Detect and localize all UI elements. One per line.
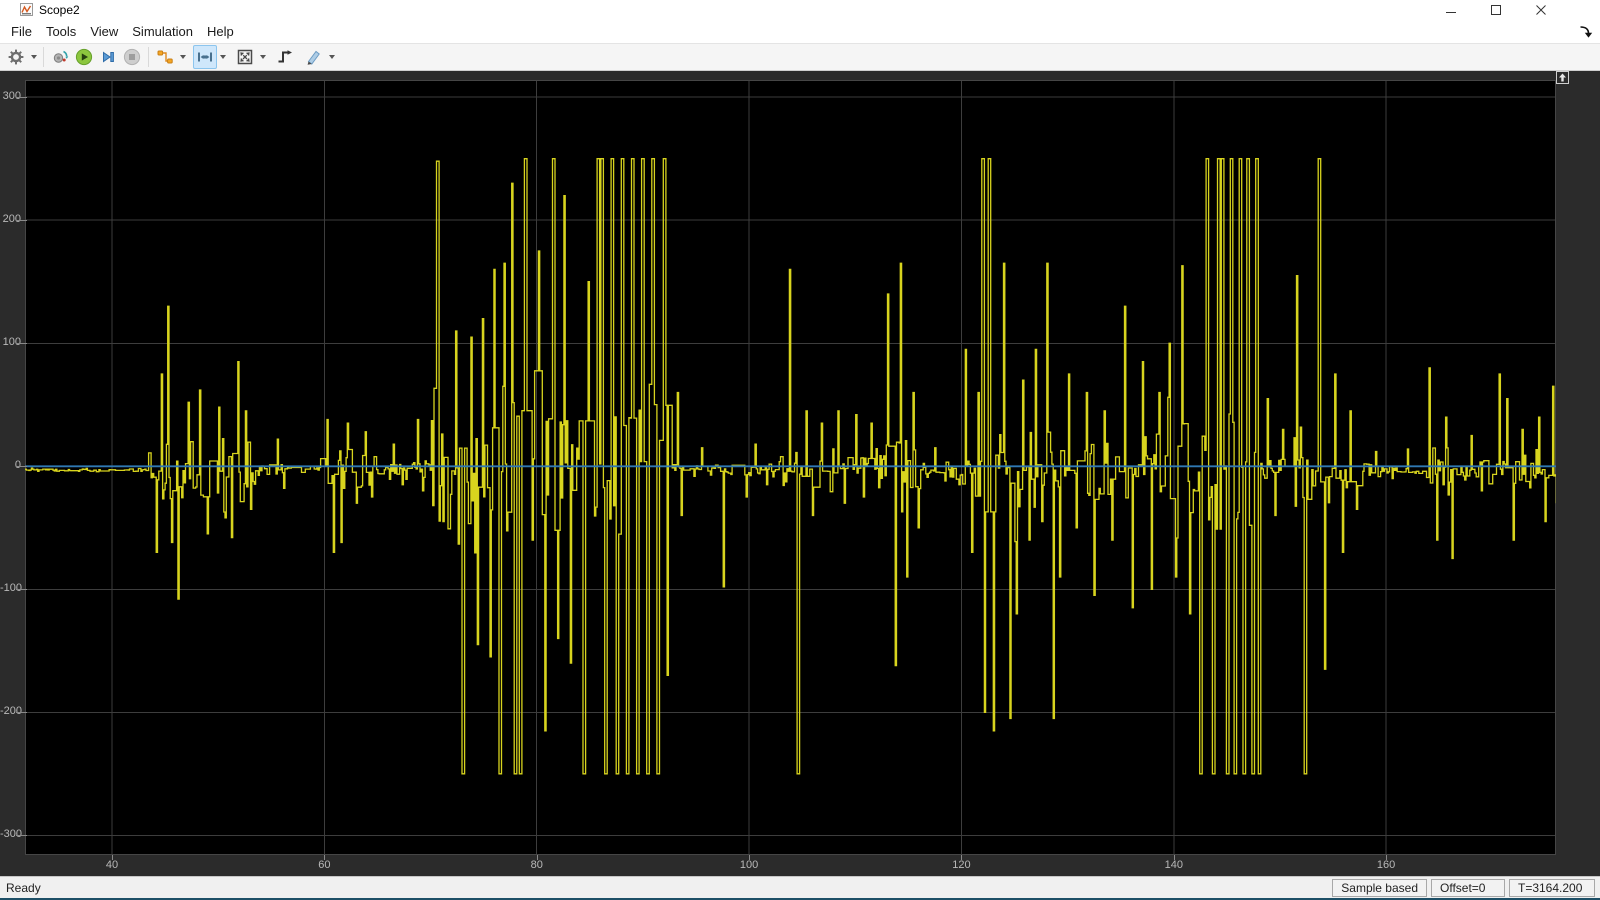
menu-item-simulation[interactable]: Simulation [125, 19, 200, 43]
status-offset: Offset=0 [1431, 879, 1505, 897]
signal-selector-icon [156, 48, 174, 66]
menu-item-view[interactable]: View [83, 19, 125, 43]
highlight-block-icon [51, 48, 69, 66]
x-axis-tick-label: 160 [1364, 859, 1408, 871]
status-sample-mode: Sample based [1332, 879, 1427, 897]
x-axis-tick-mark [1386, 855, 1387, 860]
status-cells: Sample based Offset=0 T=3164.200 [1332, 879, 1595, 897]
x-axis-tick-mark [1174, 855, 1175, 860]
dock-arrow-icon[interactable] [1578, 24, 1593, 39]
trigger-button[interactable] [273, 45, 297, 69]
status-time: T=3164.200 [1509, 879, 1595, 897]
window-controls [1428, 0, 1600, 19]
pan-pin-dropdown[interactable] [217, 45, 228, 69]
menu-item-file[interactable]: File [4, 19, 39, 43]
x-axis-tick-mark [537, 855, 538, 860]
measurements-button[interactable] [302, 45, 326, 69]
y-axis-tick-mark [16, 835, 27, 836]
step-forward-icon [99, 48, 117, 66]
x-axis-tick-mark [324, 855, 325, 860]
menu-items: FileToolsViewSimulationHelp [4, 19, 241, 43]
x-axis-tick-mark [749, 855, 750, 860]
y-axis-tick-mark [16, 97, 27, 98]
run-button[interactable] [72, 45, 96, 69]
y-axis-tick-mark [16, 343, 27, 344]
minimize-button[interactable] [1428, 0, 1473, 19]
toolbar-separator [148, 47, 149, 67]
zoom-fit-icon [236, 48, 254, 66]
maximize-axes-button[interactable] [1556, 71, 1569, 84]
stop-icon [123, 48, 141, 66]
menu-item-tools[interactable]: Tools [39, 19, 83, 43]
settings-button[interactable] [4, 45, 28, 69]
run-icon [75, 48, 93, 66]
zoom-fit-dropdown[interactable] [257, 45, 268, 69]
x-axis-tick-label: 120 [939, 859, 983, 871]
plot-region: 3002001000-100-200-300406080100120140160 [0, 71, 1600, 876]
scope-plot-canvas [25, 80, 1556, 855]
menu-bar: FileToolsViewSimulationHelp [0, 19, 1600, 43]
status-ready: Ready [6, 881, 41, 895]
window-title: Scope2 [39, 3, 80, 17]
x-axis-tick-mark [112, 855, 113, 860]
highlight-block-button[interactable] [48, 45, 72, 69]
scope-plot[interactable] [25, 80, 1556, 855]
chevron-down-icon [31, 55, 37, 59]
step-forward-button[interactable] [96, 45, 120, 69]
y-axis-tick-mark [16, 712, 27, 713]
status-bar: Ready Sample based Offset=0 T=3164.200 [0, 876, 1600, 898]
signal-selector-button[interactable] [153, 45, 177, 69]
maximize-button[interactable] [1473, 0, 1518, 19]
pan-pin-button[interactable] [193, 45, 217, 69]
y-axis-tick-mark [16, 589, 27, 590]
chevron-down-icon [260, 55, 266, 59]
chevron-down-icon [329, 55, 335, 59]
chevron-down-icon [220, 55, 226, 59]
y-axis-tick-mark [16, 220, 27, 221]
x-axis-tick-label: 60 [302, 859, 346, 871]
x-axis-tick-mark [961, 855, 962, 860]
measurements-dropdown[interactable] [326, 45, 337, 69]
y-axis-tick-mark [16, 466, 27, 467]
scope-app-icon [20, 3, 33, 16]
toolbar [0, 43, 1600, 71]
measurements-icon [305, 48, 323, 66]
zoom-fit-button[interactable] [233, 45, 257, 69]
title-bar: Scope2 [0, 0, 1600, 19]
gear-icon [7, 48, 25, 66]
scope-window: Scope2 FileToolsViewSimulationHelp [0, 0, 1600, 900]
toolbar-separator [43, 47, 44, 67]
stop-button[interactable] [120, 45, 144, 69]
close-button[interactable] [1518, 0, 1563, 19]
x-axis-tick-label: 140 [1152, 859, 1196, 871]
x-axis-tick-label: 40 [90, 859, 134, 871]
menu-item-help[interactable]: Help [200, 19, 241, 43]
trigger-icon [276, 48, 294, 66]
pan-pin-icon [196, 48, 214, 66]
settings-dropdown[interactable] [28, 45, 39, 69]
signal-selector-dropdown[interactable] [177, 45, 188, 69]
x-axis-tick-label: 100 [727, 859, 771, 871]
x-axis-tick-label: 80 [515, 859, 559, 871]
chevron-down-icon [180, 55, 186, 59]
